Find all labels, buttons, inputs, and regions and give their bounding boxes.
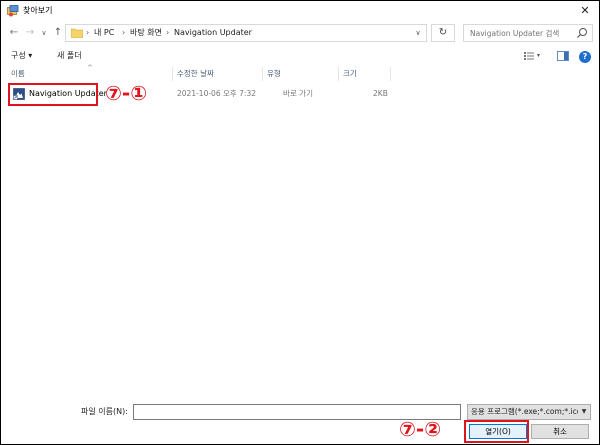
- help-icon[interactable]: ?: [579, 51, 591, 63]
- file-date-modified: 2021-10-06 오후 7:32: [177, 89, 256, 98]
- address-bar[interactable]: › 내 PC › 바탕 화면 › Navigation Updater: [65, 24, 427, 42]
- sort-up-icon: ^: [87, 64, 93, 72]
- refresh-icon[interactable]: ↻: [431, 24, 455, 42]
- breadcrumb-separator: ›: [86, 28, 90, 37]
- search-input[interactable]: [464, 25, 574, 41]
- arrow-left-icon[interactable]: ←: [7, 25, 21, 41]
- folder-icon: [71, 28, 83, 38]
- column-header: 이름 ^ 수정한 날짜 유형 크기: [1, 64, 599, 81]
- filename-label: 파일 이름(N):: [81, 407, 128, 416]
- breadcrumb-separator: ›: [166, 28, 170, 37]
- highlight-box-file: [8, 83, 98, 106]
- organize-button[interactable]: 구성 ▾: [11, 49, 32, 63]
- navigation-bar: ← → ∨ ↑ › 내 PC › 바탕 화면 › Navigation Upda…: [1, 21, 599, 45]
- app-window-icon: [7, 5, 19, 17]
- step-annotation-2: ⑦-②: [399, 417, 442, 441]
- breadcrumb-desktop[interactable]: 바탕 화면: [130, 25, 162, 41]
- step-annotation-1: ⑦-①: [105, 81, 148, 105]
- column-date-modified[interactable]: 수정한 날짜: [173, 67, 263, 81]
- search-box[interactable]: [463, 24, 593, 42]
- arrow-right-icon[interactable]: →: [23, 25, 37, 41]
- file-size: 2KB: [373, 89, 388, 98]
- new-folder-button[interactable]: 새 폴더: [57, 49, 82, 63]
- view-options-icon[interactable]: [523, 50, 535, 62]
- cancel-button[interactable]: 취소: [531, 424, 589, 439]
- breadcrumb-navigation-updater[interactable]: Navigation Updater: [174, 25, 252, 41]
- close-icon[interactable]: ✕: [577, 3, 593, 19]
- chevron-down-icon[interactable]: ∨: [37, 25, 51, 41]
- search-icon: [577, 28, 587, 38]
- column-size[interactable]: 크기: [339, 67, 391, 81]
- title-bar: 찾아보기 ✕: [1, 1, 599, 21]
- chevron-down-icon[interactable]: ∨: [411, 25, 425, 41]
- file-type: 바로 가기: [283, 89, 313, 98]
- chevron-down-icon[interactable]: ▾: [537, 49, 540, 63]
- chevron-down-icon: ▼: [578, 405, 590, 419]
- breadcrumb-this-pc[interactable]: 내 PC: [94, 25, 114, 41]
- window-title: 찾아보기: [23, 6, 53, 15]
- breadcrumb-separator: ›: [122, 28, 126, 37]
- highlight-box-open: [464, 420, 529, 443]
- preview-pane-icon[interactable]: [557, 50, 569, 62]
- column-type[interactable]: 유형: [263, 67, 339, 81]
- browse-dialog: 찾아보기 ✕ ← → ∨ ↑ › 내 PC › 바탕 화면 › Navigati…: [0, 0, 600, 445]
- command-toolbar: 구성 ▾ 새 폴더 ▾ ?: [1, 47, 599, 65]
- filetype-value: 응용 프로그램(*.exe;*.com;*.icd: [471, 407, 582, 416]
- filetype-select[interactable]: 응용 프로그램(*.exe;*.com;*.icd ▼: [467, 404, 591, 420]
- arrow-up-icon[interactable]: ↑: [51, 25, 65, 41]
